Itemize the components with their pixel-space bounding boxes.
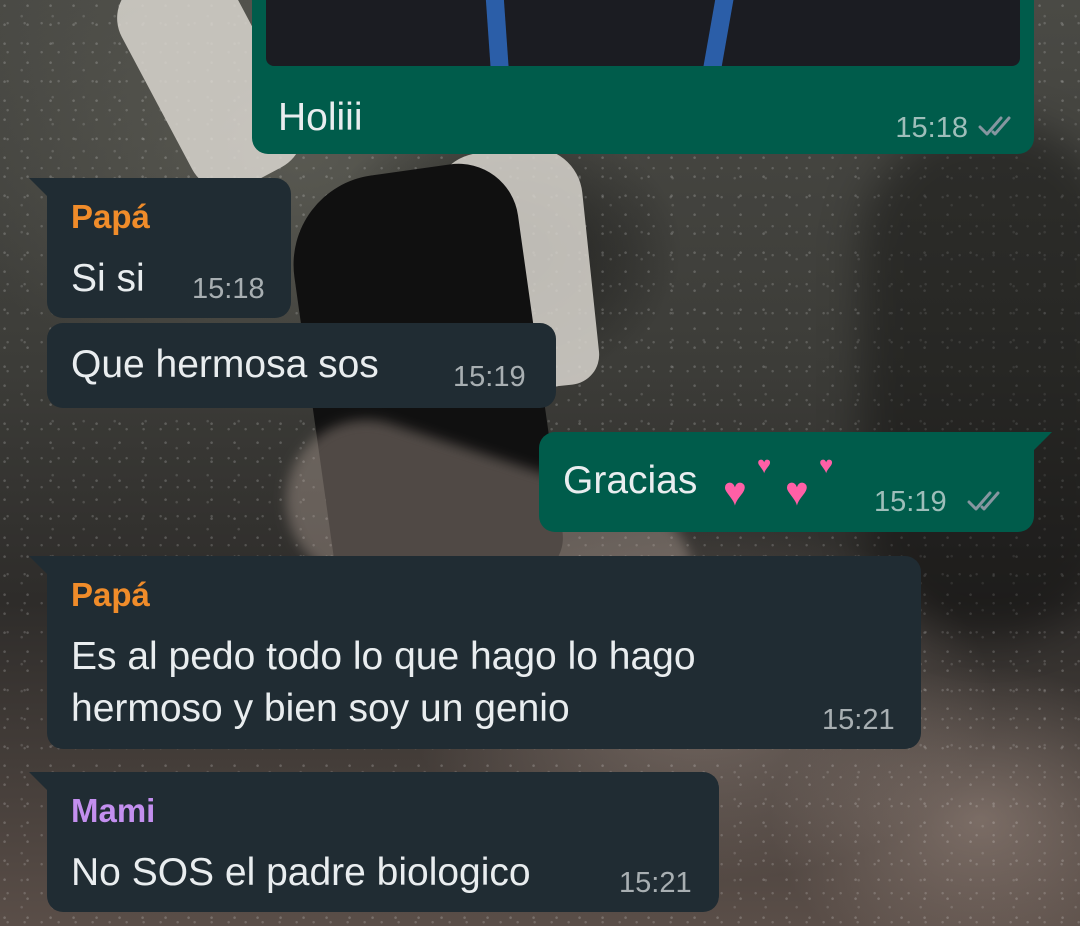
heart-icon: ♥ [723,470,747,514]
message-bubble-incoming[interactable]: Que hermosa sos 15:19 [47,323,556,408]
message-text: Que hermosa sos [71,343,379,386]
message-timestamp: 15:18 [192,273,265,305]
message-timestamp: 15:21 [619,867,692,899]
message-timestamp: 15:21 [822,704,895,736]
heart-icon: ♥ [757,452,772,479]
message-timestamp: 15:19 [874,486,947,518]
message-text-line: hermoso y bien soy un genio [71,687,570,730]
photo-attachment[interactable] [266,0,1020,66]
sender-name: Papá [71,576,150,613]
message-timestamp: 15:18 [895,112,968,144]
sender-name: Papá [71,198,150,235]
read-ticks-icon [978,116,1011,136]
heart-icon: ♥ [819,452,834,479]
photo-lanyard [703,0,735,66]
read-ticks-icon [967,491,1000,511]
message-text: Gracias [563,459,698,502]
message-bubble-outgoing[interactable]: Gracias ♥ ♥ ♥ ♥ 15:19 [539,432,1052,532]
message-bubble-incoming[interactable]: Papá Es al pedo todo lo que hago lo hago… [29,556,921,749]
message-text: Si si [71,257,145,300]
message-text: No SOS el padre biologico [71,851,531,894]
message-timestamp: 15:19 [453,361,526,393]
message-text-line: Es al pedo todo lo que hago lo hago [71,635,696,678]
two-hearts-icon: ♥ ♥ ♥ ♥ [723,450,843,514]
message-bubble-outgoing[interactable]: Holiii 15:18 [252,0,1034,154]
sender-name: Mami [71,792,156,829]
message-text: Holiii [278,96,363,139]
message-bubble-incoming[interactable]: Mami No SOS el padre biologico 15:21 [29,772,719,912]
message-bubble-incoming[interactable]: Papá Si si 15:18 [29,178,291,318]
heart-icon: ♥ [785,470,809,514]
photo-lanyard [485,0,509,66]
